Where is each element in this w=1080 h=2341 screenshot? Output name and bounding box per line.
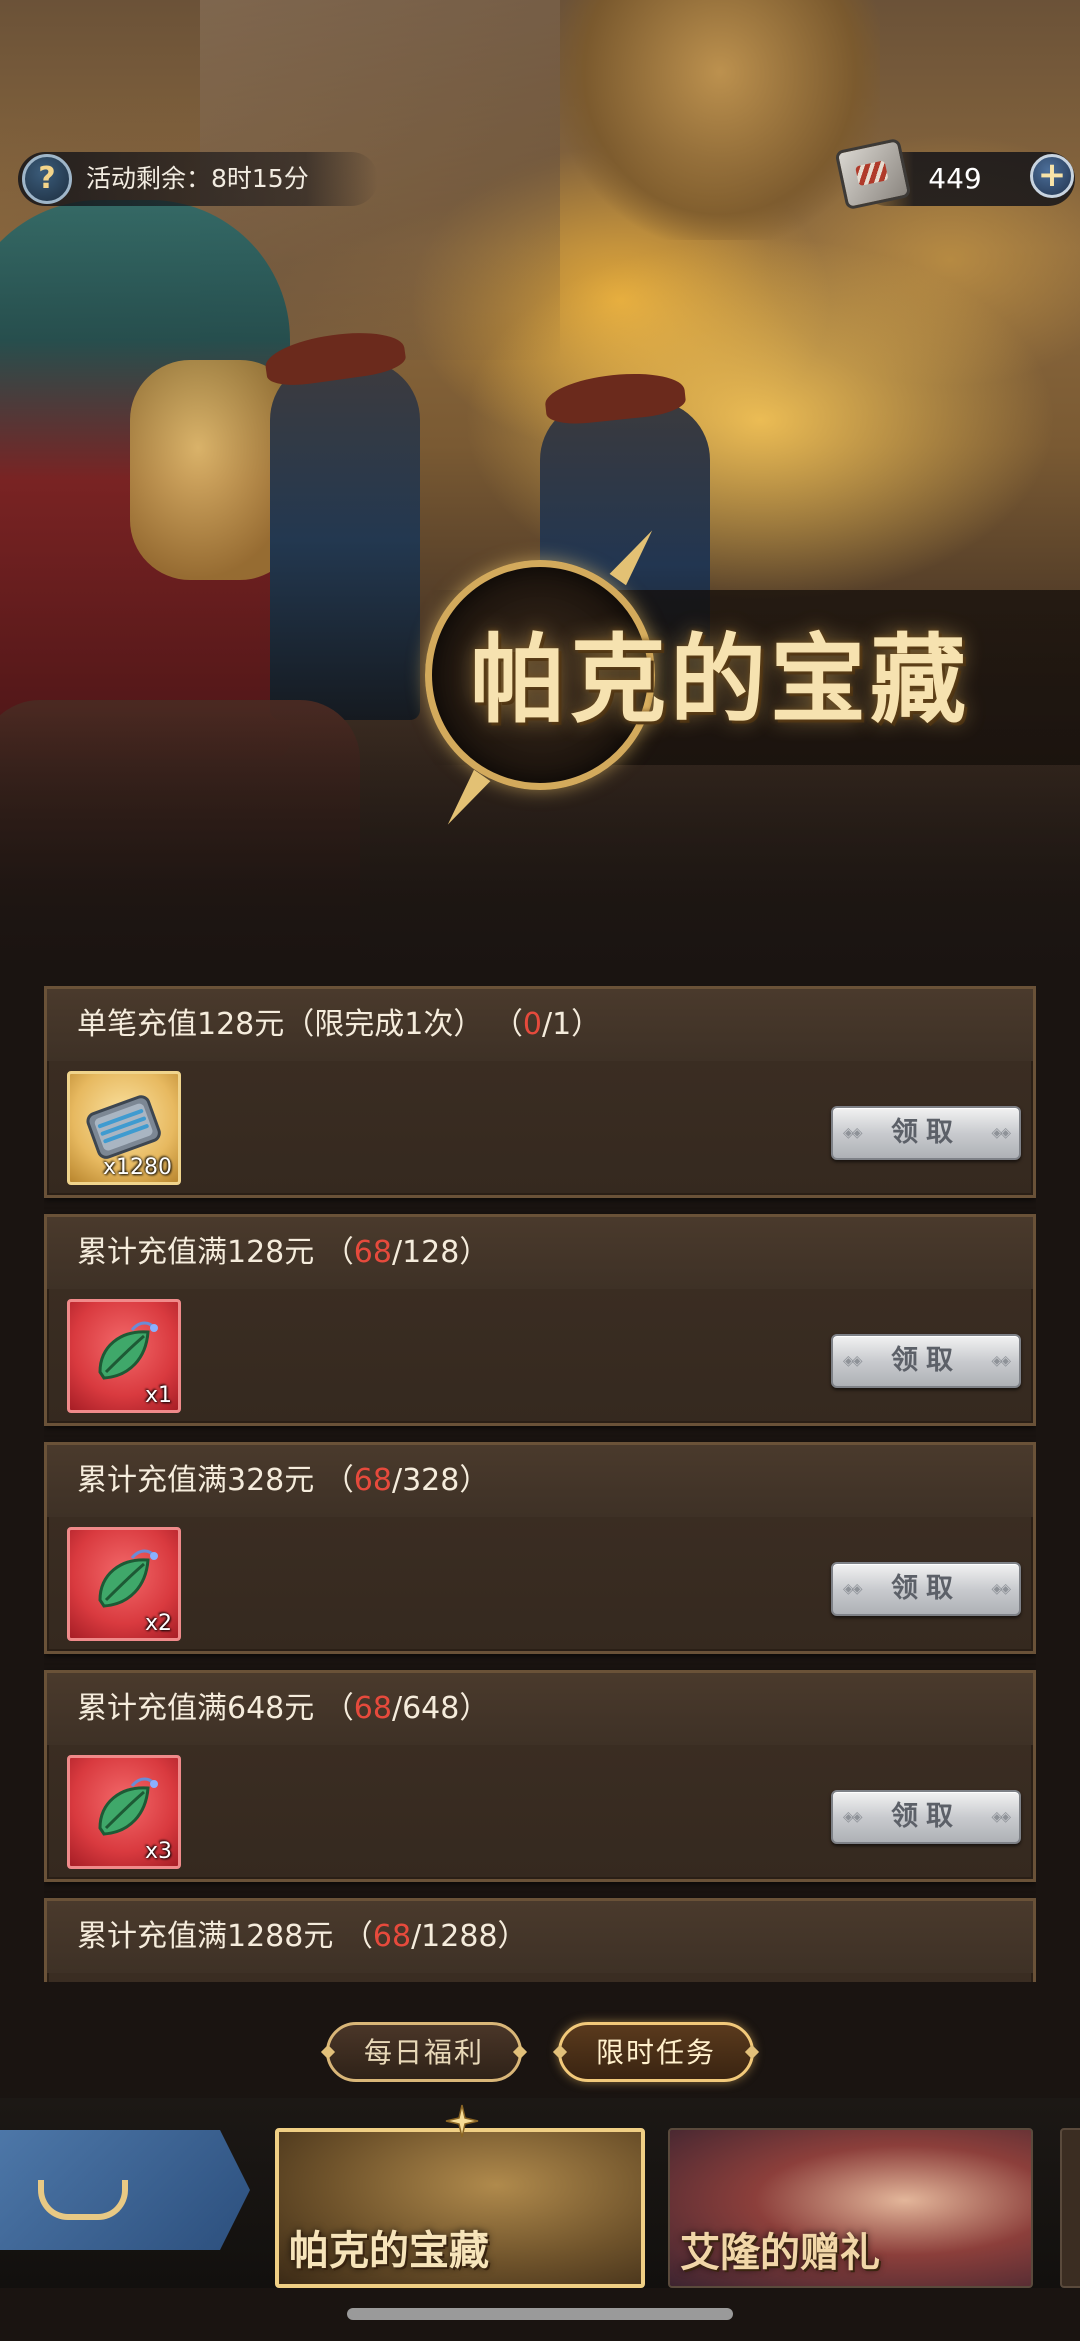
- task-header: 累计充值满328元 （68/328）: [47, 1445, 1033, 1517]
- task-progress-current: 68: [353, 1691, 392, 1726]
- task-header: 累计充值满1288元 （68/1288）: [47, 1901, 1033, 1973]
- task-card: 单笔充值128元（限完成1次） （0/1） x1280 领取: [44, 986, 1036, 1198]
- claim-button[interactable]: 领取: [831, 1106, 1021, 1160]
- event-tab-label: 帕克的宝藏: [289, 2227, 489, 2274]
- knight-art: [270, 360, 420, 720]
- task-progress-total: /648）: [391, 1691, 490, 1726]
- reward-count: x2: [144, 1611, 172, 1636]
- task-title-text: 累计充值满1288元 （: [77, 1919, 373, 1954]
- task-title-text: 累计充值满128元 （: [77, 1235, 354, 1270]
- task-progress-current: 0: [522, 1007, 542, 1042]
- task-progress-total: /128）: [391, 1235, 490, 1270]
- claim-button[interactable]: 领取: [831, 1562, 1021, 1616]
- event-tab-gift[interactable]: 艾隆的赠礼: [668, 2128, 1033, 2288]
- event-tab-active[interactable]: 帕克的宝藏: [275, 2128, 645, 2288]
- task-header: 单笔充值128元（限完成1次） （0/1）: [47, 989, 1033, 1061]
- back-arrow-icon: [38, 2180, 128, 2220]
- task-title-text: 累计充值满648元 （: [77, 1691, 354, 1726]
- reward-item[interactable]: x1280: [67, 1071, 181, 1185]
- task-list[interactable]: 单笔充值128元（限完成1次） （0/1） x1280 领取 累计充值满128元…: [44, 986, 1036, 1982]
- tab-limited-tasks[interactable]: 限时任务: [558, 2022, 754, 2082]
- reward-count: x1280: [102, 1155, 172, 1180]
- sparkle-icon: [445, 2104, 479, 2138]
- home-indicator[interactable]: [347, 2308, 733, 2320]
- task-progress-current: 68: [353, 1235, 392, 1270]
- task-progress-total: /1）: [541, 1007, 602, 1042]
- event-title: 帕克的宝藏: [470, 623, 970, 736]
- reward-count: x3: [144, 1839, 172, 1864]
- task-card: 累计充值满328元 （68/328） x2 领取: [44, 1442, 1036, 1654]
- task-card: 累计充值满1288元 （68/1288）: [44, 1898, 1036, 1982]
- task-card: 累计充值满648元 （68/648） x3 领取: [44, 1670, 1036, 1882]
- sub-tab-bar: 每日福利 限时任务: [0, 2000, 1080, 2090]
- help-icon[interactable]: ?: [22, 154, 72, 204]
- task-progress-current: 68: [372, 1919, 412, 1954]
- currency-value: 449: [928, 162, 982, 195]
- task-header: 累计充值满648元 （68/648）: [47, 1673, 1033, 1745]
- dragon-claw-art: [560, 0, 880, 240]
- task-title: 单笔充值128元（限完成1次） （0/1）: [77, 989, 601, 1061]
- task-title-text: 单笔充值128元（限完成1次） （: [77, 1007, 523, 1042]
- task-title: 累计充值满1288元 （68/1288）: [77, 1901, 528, 1973]
- tab-daily-welfare[interactable]: 每日福利: [326, 2022, 522, 2082]
- claim-button[interactable]: 领取: [831, 1334, 1021, 1388]
- event-timer-text: 活动剩余：8时15分: [86, 164, 309, 193]
- task-card: 累计充值满128元 （68/128） x1 领取: [44, 1214, 1036, 1426]
- task-title-text: 累计充值满328元 （: [77, 1463, 354, 1498]
- task-title: 累计充值满328元 （68/328）: [77, 1445, 489, 1517]
- task-progress-current: 68: [353, 1463, 392, 1498]
- reward-item[interactable]: x3: [67, 1755, 181, 1869]
- event-tab-next[interactable]: [1060, 2128, 1080, 2288]
- task-title: 累计充值满648元 （68/648）: [77, 1673, 489, 1745]
- reward-item[interactable]: x2: [67, 1527, 181, 1641]
- reward-item[interactable]: x1: [67, 1299, 181, 1413]
- task-title: 累计充值满128元 （68/128）: [77, 1217, 489, 1289]
- task-header: 累计充值满128元 （68/128）: [47, 1217, 1033, 1289]
- claim-button[interactable]: 领取: [831, 1790, 1021, 1844]
- task-progress-total: /328）: [391, 1463, 490, 1498]
- event-banner-art: [0, 0, 1080, 990]
- event-tab-label: 艾隆的赠礼: [680, 2229, 880, 2276]
- reward-count: x1: [144, 1383, 172, 1408]
- add-currency-button[interactable]: +: [1030, 154, 1074, 198]
- task-progress-total: /1288）: [411, 1919, 528, 1954]
